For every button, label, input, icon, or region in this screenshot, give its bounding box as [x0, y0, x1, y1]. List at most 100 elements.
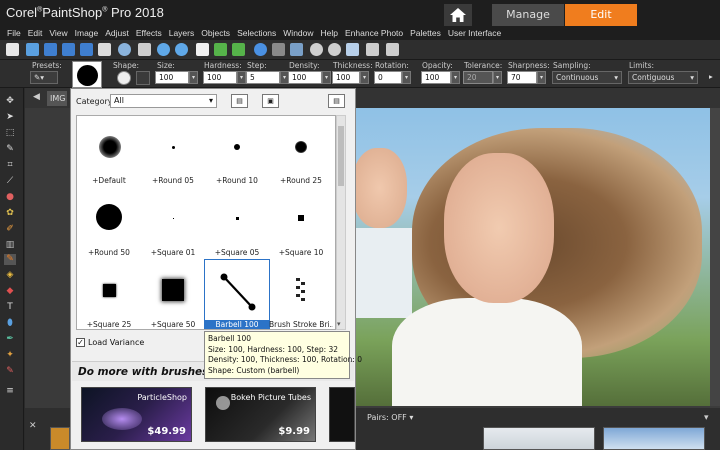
brush-default[interactable]: +Default	[77, 116, 141, 186]
thickness-field[interactable]: 100	[332, 71, 360, 84]
pairs-toggle[interactable]: Pairs: OFF ▾	[367, 413, 413, 422]
step-field[interactable]: 5	[246, 71, 280, 84]
dropper-tool-icon[interactable]: ✎	[4, 144, 16, 155]
options-overflow-icon[interactable]: ▸	[706, 71, 718, 84]
vertical-scrollbar[interactable]	[710, 108, 720, 406]
zoom-fit-icon[interactable]	[346, 43, 359, 56]
promo-partial[interactable]	[329, 387, 355, 442]
promo-particleshop[interactable]: ParticleShop $49.99	[81, 387, 192, 442]
tab-manage[interactable]: Manage	[492, 4, 564, 26]
size-field[interactable]: 100	[155, 71, 189, 84]
zoom-in-icon[interactable]	[310, 43, 323, 56]
tab-edit[interactable]: Edit	[565, 4, 637, 26]
brush-round-50[interactable]: +Round 50	[77, 188, 141, 258]
collapse-icon[interactable]: ▾	[704, 413, 709, 423]
square-shape-button[interactable]	[136, 71, 150, 85]
menu-edit[interactable]: Edit	[28, 26, 43, 40]
menu-help[interactable]: Help	[321, 26, 338, 40]
tolerance-spinner[interactable]: ▾	[493, 71, 502, 84]
category-dropdown[interactable]: All ▾	[110, 94, 217, 108]
document-tab[interactable]: IMG	[47, 91, 67, 106]
tolerance-field[interactable]: 20	[463, 71, 493, 84]
brush-variance-tool-icon[interactable]: ✎	[4, 254, 16, 265]
thumbnail[interactable]	[603, 427, 705, 450]
redo-icon[interactable]	[175, 43, 188, 56]
close-icon[interactable]: ✕	[29, 421, 37, 431]
menu-window[interactable]: Window	[283, 26, 313, 40]
text-tool-icon[interactable]: T	[4, 302, 16, 313]
checkbox-icon[interactable]: ✓	[76, 338, 85, 347]
image-icon[interactable]	[290, 43, 303, 56]
brush-stroke-bristle[interactable]: Brush Stroke Bri...	[269, 260, 333, 329]
straighten-tool-icon[interactable]: ⟋	[4, 176, 16, 187]
brush-preview-button[interactable]	[72, 61, 102, 88]
round-shape-button[interactable]	[117, 71, 131, 85]
rotation-field[interactable]: 0	[374, 71, 402, 84]
pan-tool-icon[interactable]: ✥	[4, 96, 16, 107]
opacity-field[interactable]: 100	[421, 71, 451, 84]
extra-tool-icon[interactable]: ≡	[4, 386, 16, 397]
panel-menu-button[interactable]: ▤	[328, 94, 345, 108]
menu-palettes[interactable]: Palettes	[410, 26, 441, 40]
sampling-dropdown[interactable]: Continuous ▾	[552, 71, 622, 84]
menu-image[interactable]: Image	[75, 26, 99, 40]
thickness-spinner[interactable]: ▾	[360, 71, 369, 84]
brush-square-25[interactable]: +Square 25	[77, 260, 141, 329]
photo-image[interactable]	[352, 108, 710, 406]
zoom-out-icon[interactable]	[328, 43, 341, 56]
layout-icon[interactable]	[386, 43, 399, 56]
pen-tool-icon[interactable]: ✒	[4, 334, 16, 345]
hardness-field[interactable]: 100	[203, 71, 237, 84]
open-file-icon[interactable]	[26, 43, 39, 56]
rotation-spinner[interactable]: ▾	[402, 71, 411, 84]
clone-tool-icon[interactable]: ✿	[4, 208, 16, 219]
gradient-tool-icon[interactable]: ▥	[4, 240, 16, 251]
menu-file[interactable]: File	[7, 26, 21, 40]
home-button[interactable]	[444, 4, 472, 26]
save-web-icon[interactable]	[80, 43, 93, 56]
arrow-green-icon[interactable]	[214, 43, 227, 56]
size-spinner[interactable]: ▾	[189, 71, 198, 84]
load-variance-checkbox[interactable]: ✓ Load Variance	[76, 338, 144, 347]
warp-tool-icon[interactable]: ✦	[4, 350, 16, 361]
import-brush-button[interactable]: ▣	[262, 94, 279, 108]
menu-user-interface[interactable]: User Interface	[448, 26, 501, 40]
menu-objects[interactable]: Objects	[201, 26, 230, 40]
color-changer-tool-icon[interactable]: ✎	[4, 366, 16, 377]
brush-barbell-100[interactable]: Barbell 100	[204, 259, 270, 329]
save-as-icon[interactable]	[62, 43, 75, 56]
sharpness-field[interactable]: 70	[507, 71, 537, 84]
info-icon[interactable]	[254, 43, 267, 56]
brush-round-10[interactable]: +Round 10	[205, 116, 269, 186]
share-icon[interactable]	[118, 43, 131, 56]
paint-brush-tool-icon[interactable]: ✐	[4, 224, 16, 235]
menu-enhance-photo[interactable]: Enhance Photo	[345, 26, 403, 40]
pick-tool-icon[interactable]: ➤	[4, 112, 16, 123]
brush-square-10[interactable]: +Square 10	[269, 188, 333, 258]
crop-icon[interactable]	[196, 43, 209, 56]
thumbnail[interactable]	[50, 427, 70, 450]
brush-grid-scrollbar[interactable]: ▾	[336, 115, 346, 330]
brush-square-05[interactable]: +Square 05	[205, 188, 269, 258]
crop-tool-icon[interactable]: ⌗	[4, 160, 16, 171]
new-file-icon[interactable]	[6, 43, 19, 56]
image-info-icon[interactable]	[272, 43, 285, 56]
menu-selections[interactable]: Selections	[237, 26, 276, 40]
manage-brushes-button[interactable]: ▤	[231, 94, 248, 108]
brush-square-50[interactable]: +Square 50	[141, 260, 205, 329]
undo-icon[interactable]	[157, 43, 170, 56]
density-field[interactable]: 100	[288, 71, 322, 84]
scroll-left-icon[interactable]: ◀	[33, 92, 40, 102]
save-icon[interactable]	[44, 43, 57, 56]
arrow-green-2-icon[interactable]	[232, 43, 245, 56]
brush-round-25[interactable]: +Round 25	[269, 116, 333, 186]
brush-square-01[interactable]: +Square 01	[141, 188, 205, 258]
menu-layers[interactable]: Layers	[169, 26, 195, 40]
hardness-spinner[interactable]: ▾	[237, 71, 246, 84]
promo-bokeh-tubes[interactable]: Bokeh Picture Tubes $9.99	[205, 387, 316, 442]
density-spinner[interactable]: ▾	[322, 71, 331, 84]
limits-dropdown[interactable]: Contiguous ▾	[628, 71, 698, 84]
eraser-tool-icon[interactable]: ◆	[4, 286, 16, 297]
menu-effects[interactable]: Effects	[136, 26, 162, 40]
shape-tool-icon[interactable]: ⬮	[4, 318, 16, 329]
